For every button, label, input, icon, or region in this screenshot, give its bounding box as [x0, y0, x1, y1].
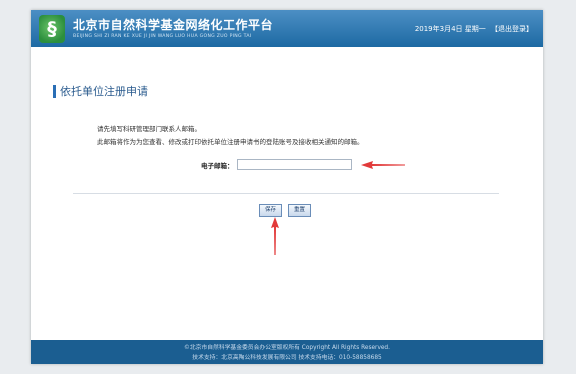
save-button[interactable]: 保存 [259, 204, 283, 217]
header-status: 2019年3月4日 星期一 【退出登录】 [415, 24, 533, 34]
site-title: 北京市自然科学基金网络化工作平台 [73, 18, 274, 32]
copyright-text: ©北京市自然科学基金委员会办公室版权所有 Copyright All Right… [184, 345, 390, 351]
email-row: 电子邮箱： [201, 159, 352, 170]
form-buttons: 保存 重置 [259, 204, 312, 217]
instruction-line-1: 请先填写科研管理部门联系人邮箱。 [97, 125, 201, 133]
page-title: 依托单位注册申请 [53, 85, 148, 98]
site-subtitle: BEIJING SHI ZI RAN KE XUE JI JIN WANG LU… [73, 34, 252, 39]
current-date: 2019年3月4日 星期一 [414, 25, 486, 33]
email-field[interactable] [236, 159, 352, 170]
instruction-line-2: 此邮箱将作为为您查看、修改或打印依托单位注册申请书的登陆账号及接收相关通知的邮箱… [97, 138, 364, 146]
logo-icon: § [39, 15, 65, 43]
logout-link[interactable]: 【退出登录】 [491, 25, 533, 33]
app-frame: § 北京市自然科学基金网络化工作平台 BEIJING SHI ZI RAN KE… [31, 10, 543, 364]
main-content: 依托单位注册申请 请先填写科研管理部门联系人邮箱。 此邮箱将作为为您查看、修改或… [31, 47, 543, 340]
site-footer: ©北京市自然科学基金委员会办公室版权所有 Copyright All Right… [31, 340, 543, 364]
support-text: 技术支持：北京高陶公科技发展有限公司 技术支持电话：010-58858685 [192, 355, 382, 361]
divider [73, 193, 499, 194]
red-arrow-left [361, 161, 405, 169]
reset-button[interactable]: 重置 [288, 204, 312, 217]
email-label: 电子邮箱： [201, 161, 234, 170]
red-arrow-up [271, 217, 279, 255]
instructions: 请先填写科研管理部门联系人邮箱。 此邮箱将作为为您查看、修改或打印依托单位注册申… [97, 123, 364, 149]
site-header: § 北京市自然科学基金网络化工作平台 BEIJING SHI ZI RAN KE… [31, 10, 543, 47]
